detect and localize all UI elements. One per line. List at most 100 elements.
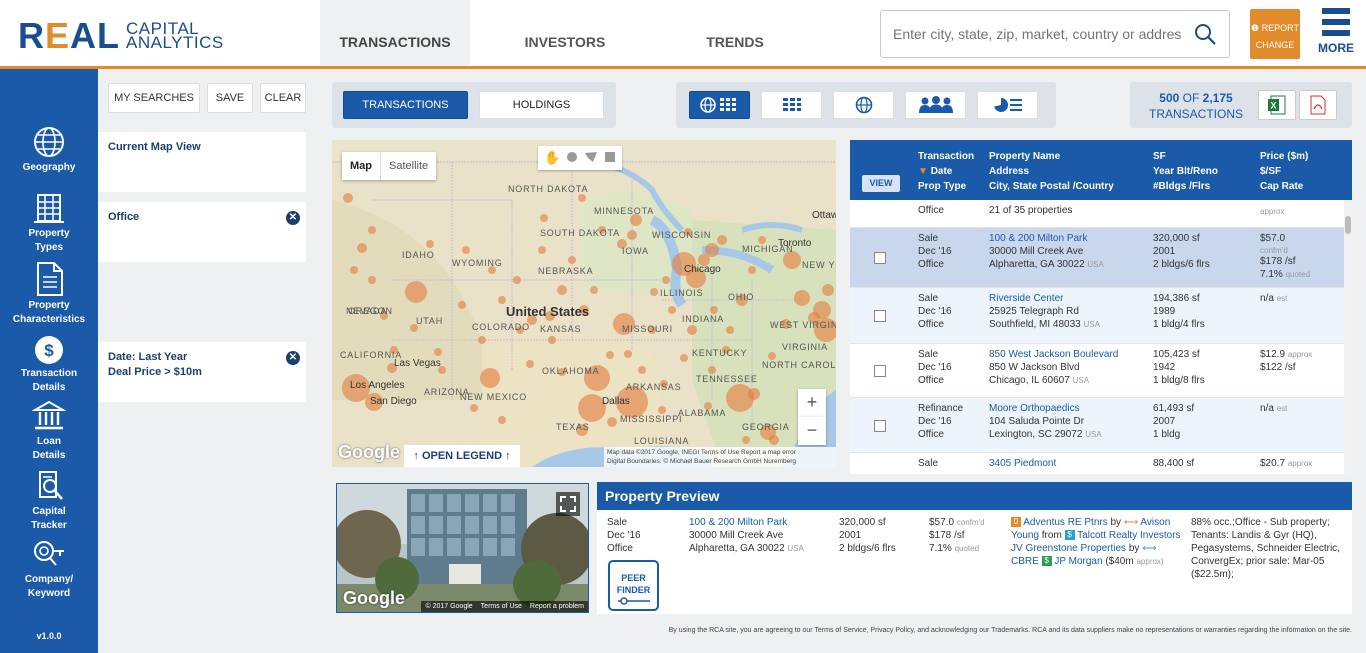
row-property-name-link[interactable]: Riverside Center xyxy=(989,292,1063,305)
my-searches-button[interactable]: MY SEARCHES xyxy=(108,83,200,113)
buyer-link[interactable]: Adventus RE Ptnrs xyxy=(1023,517,1107,528)
more-menu-button[interactable]: MORE xyxy=(1318,8,1354,62)
transaction-marker[interactable] xyxy=(769,435,779,445)
transaction-marker[interactable] xyxy=(498,416,506,424)
transaction-marker[interactable] xyxy=(540,214,548,222)
list-view-button[interactable] xyxy=(761,91,822,119)
clear-filters-button[interactable]: CLEAR xyxy=(260,83,306,113)
transaction-marker[interactable] xyxy=(705,243,719,257)
row-property-name-link[interactable]: 100 & 200 Milton Park xyxy=(989,232,1087,245)
transaction-marker[interactable] xyxy=(357,243,367,253)
peer-finder-button[interactable]: PEER FINDER xyxy=(608,560,659,611)
save-search-button[interactable]: SAVE xyxy=(207,83,253,113)
transaction-marker[interactable] xyxy=(478,336,486,344)
table-row[interactable]: Sale 3405 Piedmont 88,400 sf $20.7 approx xyxy=(850,453,1344,474)
col-sf[interactable]: SF Year Blt/Reno #Bldgs /Flrs xyxy=(1153,149,1218,194)
tab-transactions[interactable]: TRANSACTIONS xyxy=(320,0,470,66)
transaction-marker[interactable] xyxy=(557,285,567,295)
table-scrollbar[interactable] xyxy=(1344,200,1352,474)
transaction-marker[interactable] xyxy=(350,266,358,274)
transaction-marker[interactable] xyxy=(368,226,376,234)
filter-card-property-type[interactable]: Office ✕ xyxy=(98,202,306,262)
transaction-marker[interactable] xyxy=(717,235,727,245)
fullscreen-icon[interactable] xyxy=(556,492,580,516)
row-property-name-link[interactable]: Moore Orthopaedics xyxy=(989,402,1080,415)
remove-filter-icon[interactable]: ✕ xyxy=(286,351,300,365)
transaction-marker[interactable] xyxy=(710,306,718,314)
col-transaction[interactable]: Transaction ▼ Date Prop Type xyxy=(918,149,974,194)
row-checkbox[interactable] xyxy=(874,365,886,377)
transaction-marker[interactable] xyxy=(405,281,427,303)
view-button[interactable]: VIEW xyxy=(862,175,900,192)
search-icon[interactable] xyxy=(1193,22,1217,49)
transaction-marker[interactable] xyxy=(624,350,632,358)
transaction-marker[interactable] xyxy=(513,276,521,284)
chart-view-button[interactable] xyxy=(977,91,1038,119)
col-property[interactable]: Property Name Address City, State Postal /… xyxy=(989,149,1114,194)
transaction-marker[interactable] xyxy=(568,256,576,264)
sidebar-item-property-types[interactable]: Property Types xyxy=(0,191,98,255)
sidebar-item-transaction-details[interactable]: $ Transaction Details xyxy=(0,335,98,395)
export-excel-button[interactable]: X xyxy=(1258,90,1296,120)
transactions-map[interactable]: NORTH DAKOTA MINNESOTA SOUTH DAKOTA WISCONS… xyxy=(332,140,836,467)
map-data-credit[interactable]: Map data ©2017 Google, INEGI Terms of Us… xyxy=(607,448,833,457)
row-property-name-link[interactable]: 850 West Jackson Boulevard xyxy=(989,348,1118,361)
open-legend-button[interactable]: ↑ OPEN LEGEND ↑ xyxy=(404,445,520,467)
transactions-toggle[interactable]: TRANSACTIONS xyxy=(343,91,468,119)
filter-card-transaction[interactable]: Date: Last Year Deal Price > $10m ✕ xyxy=(98,342,306,402)
seller-broker-link[interactable]: CBRE xyxy=(1011,556,1039,567)
table-scroll-thumb[interactable] xyxy=(1345,216,1351,234)
transaction-marker[interactable] xyxy=(590,286,598,294)
transaction-marker[interactable] xyxy=(668,306,676,314)
map-view-button[interactable] xyxy=(833,91,894,119)
table-row[interactable]: Sale Dec '16 Office 850 West Jackson Boulev… xyxy=(850,344,1344,398)
lender-link[interactable]: JP Morgan xyxy=(1054,556,1102,567)
sidebar-item-loan-details[interactable]: Loan Details xyxy=(0,399,98,463)
transaction-marker[interactable] xyxy=(434,348,442,356)
search-input[interactable] xyxy=(881,11,1181,57)
transaction-marker[interactable] xyxy=(426,240,434,248)
zoom-out-button[interactable]: − xyxy=(798,417,826,445)
transaction-marker[interactable] xyxy=(627,230,637,240)
sidebar-item-geography[interactable]: Geography xyxy=(0,125,98,175)
transaction-marker[interactable] xyxy=(748,266,756,274)
transaction-marker[interactable] xyxy=(578,194,586,202)
transaction-marker[interactable] xyxy=(368,276,376,284)
sidebar-item-capital-tracker[interactable]: Capital Tracker xyxy=(0,469,98,533)
transaction-marker[interactable] xyxy=(498,296,506,304)
table-row[interactable]: Office 21 of 35 properties approx xyxy=(850,200,1344,228)
polygon-draw-icon[interactable] xyxy=(584,151,598,166)
rectangle-draw-icon[interactable] xyxy=(604,151,616,166)
tab-trends[interactable]: TRENDS xyxy=(660,0,810,66)
filter-card-geography[interactable]: Current Map View xyxy=(98,132,306,192)
circle-draw-icon[interactable] xyxy=(566,151,578,166)
remove-filter-icon[interactable]: ✕ xyxy=(286,211,300,225)
transaction-marker[interactable] xyxy=(470,404,478,412)
transaction-marker[interactable] xyxy=(650,288,658,296)
transaction-marker[interactable] xyxy=(662,276,670,284)
preview-property-link[interactable]: 100 & 200 Milton Park xyxy=(689,516,804,529)
transaction-marker[interactable] xyxy=(548,336,556,344)
transaction-marker[interactable] xyxy=(658,406,666,414)
transaction-marker[interactable] xyxy=(606,351,614,359)
map-type-satellite[interactable]: Satellite xyxy=(380,152,436,180)
table-row[interactable]: Sale Dec '16 Office 100 & 200 Milton Park 30… xyxy=(850,228,1344,288)
table-row[interactable]: Sale Dec '16 Office Riverside Center 25925 T… xyxy=(850,288,1344,344)
export-pdf-button[interactable] xyxy=(1299,90,1337,120)
investors-view-button[interactable] xyxy=(905,91,966,119)
transaction-marker[interactable] xyxy=(708,366,716,374)
transaction-marker[interactable] xyxy=(768,352,776,360)
transaction-marker[interactable] xyxy=(538,246,546,254)
row-checkbox[interactable] xyxy=(874,310,886,322)
transaction-marker[interactable] xyxy=(343,193,353,203)
transaction-marker[interactable] xyxy=(742,436,750,444)
report-change-button[interactable]: ❶ REPORT CHANGE xyxy=(1250,9,1300,59)
row-checkbox[interactable] xyxy=(874,252,886,264)
transaction-marker[interactable] xyxy=(638,366,646,374)
transaction-marker[interactable] xyxy=(480,368,500,388)
terms-link[interactable]: Terms of Use xyxy=(481,603,522,610)
transaction-marker[interactable] xyxy=(687,325,697,335)
map-type-map[interactable]: Map xyxy=(342,152,380,180)
holdings-toggle[interactable]: HOLDINGS xyxy=(479,91,604,119)
transaction-marker[interactable] xyxy=(680,354,688,362)
